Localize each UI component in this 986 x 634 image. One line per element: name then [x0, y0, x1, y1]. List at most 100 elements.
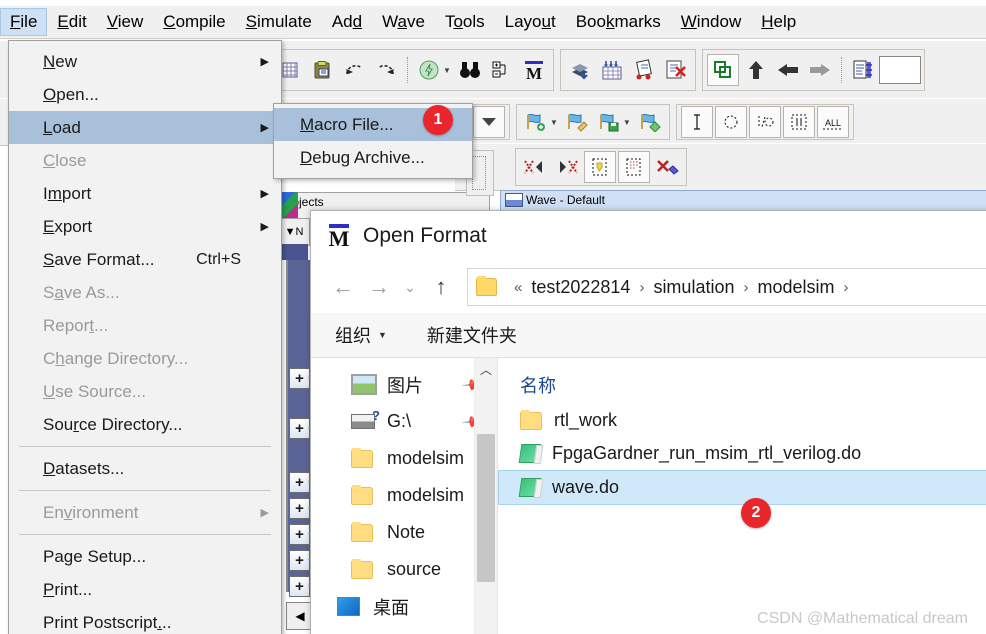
delete-report-icon[interactable]: [661, 55, 691, 85]
compile-dropdown-caret-icon[interactable]: ▼: [443, 66, 451, 75]
cut-left-icon[interactable]: [520, 152, 550, 182]
wave-save-icon[interactable]: [594, 107, 624, 137]
menubar-item-tools[interactable]: Tools: [435, 8, 495, 36]
nav-item-desktop[interactable]: 桌面: [311, 588, 497, 625]
tree-expand-button[interactable]: +: [289, 498, 310, 519]
doc-yellow-icon[interactable]: [584, 151, 616, 183]
up-arrow-icon[interactable]: ↑: [423, 269, 459, 305]
find-binoculars-icon[interactable]: [455, 55, 485, 85]
file-list-row-fpgagardner-do[interactable]: FpgaGardner_run_msim_rtl_verilog.do: [498, 437, 986, 470]
menubar-item-compile[interactable]: Compile: [153, 8, 235, 36]
menu-item-datasets[interactable]: Datasets...: [9, 452, 281, 485]
menubar-item-add[interactable]: Add: [322, 8, 372, 36]
tree-expand-button[interactable]: +: [289, 472, 310, 493]
menubar-item-edit[interactable]: Edit: [47, 8, 96, 36]
menu-item-import[interactable]: Import ▶: [9, 177, 281, 210]
menu-item-print-postscript[interactable]: Print Postscript...: [9, 606, 281, 634]
breadcrumb-separator-trailing[interactable]: ›: [844, 279, 849, 296]
paste-clipboard-icon[interactable]: [307, 55, 337, 85]
copy-link-icon[interactable]: [706, 54, 739, 86]
tree-expand-button[interactable]: +: [289, 524, 310, 545]
breadcrumb-part-3[interactable]: modelsim: [757, 277, 834, 298]
wave-green-icon[interactable]: [635, 107, 665, 137]
menubar-item-file[interactable]: File: [0, 8, 48, 36]
arrow-right-icon[interactable]: [805, 55, 835, 85]
arrow-left-icon[interactable]: [773, 55, 803, 85]
delete-break-icon[interactable]: [652, 152, 682, 182]
compile-icon[interactable]: [414, 55, 444, 85]
submenu-item-debug-archive[interactable]: Debug Archive...: [274, 141, 472, 174]
scrollbar-thumb[interactable]: [477, 434, 495, 582]
breadcrumb-separator[interactable]: ›: [743, 279, 748, 296]
tree-expand-button[interactable]: +: [289, 418, 310, 439]
file-list-row-rtl-work[interactable]: rtl_work: [498, 404, 986, 437]
file-list-pane: 名称 rtl_work FpgaGardner_run_msim_rtl_ver…: [497, 358, 986, 634]
arrow-up-icon[interactable]: [741, 55, 771, 85]
objects-name-column-header[interactable]: ▼ N: [278, 218, 310, 246]
nav-item-pictures[interactable]: 图片 📌: [311, 366, 497, 403]
breadcrumb-separator[interactable]: ›: [639, 279, 644, 296]
menubar-item-simulate[interactable]: Simulate: [236, 8, 322, 36]
menu-item-source-directory[interactable]: Source Directory...: [9, 408, 281, 441]
breadcrumb-part-1[interactable]: test2022814: [531, 277, 630, 298]
cut-right-icon[interactable]: [552, 152, 582, 182]
organize-button[interactable]: 组织 ▼: [335, 322, 387, 348]
menu-item-print[interactable]: Print...: [9, 573, 281, 606]
wave-add-icon[interactable]: [521, 107, 551, 137]
select-all-icon[interactable]: ALL: [816, 106, 849, 138]
file-list-column-header-name[interactable]: 名称: [498, 366, 986, 404]
tree-expand-button[interactable]: +: [289, 576, 310, 597]
menu-item-label: Save As...: [43, 282, 120, 302]
forward-arrow-icon[interactable]: →: [361, 269, 397, 305]
menu-item-page-setup[interactable]: Page Setup...: [9, 540, 281, 573]
menubar-item-window[interactable]: Window: [671, 8, 751, 36]
run-icon[interactable]: [629, 55, 659, 85]
objects-name-column-caret-icon: ▼: [284, 226, 296, 238]
file-list-row-wave-do[interactable]: wave.do: [498, 470, 986, 505]
hierarchy-icon[interactable]: [487, 55, 517, 85]
menubar-item-bookmarks[interactable]: Bookmarks: [566, 8, 671, 36]
select-region-icon[interactable]: [782, 106, 815, 138]
wave-edit-icon[interactable]: [562, 107, 592, 137]
cursor-circle-icon[interactable]: [714, 106, 747, 138]
simulate-grid-icon[interactable]: [597, 55, 627, 85]
menu-item-open[interactable]: Open...: [9, 78, 281, 111]
breadcrumb-part-2[interactable]: simulation: [653, 277, 734, 298]
doc-red-icon[interactable]: [618, 151, 650, 183]
menu-item-change-directory: Change Directory...: [9, 342, 281, 375]
menu-item-load[interactable]: Load ▶: [9, 111, 281, 144]
cursor-io-icon[interactable]: [748, 106, 781, 138]
menu-item-export[interactable]: Export ▶: [9, 210, 281, 243]
breadcrumb-overflow[interactable]: «: [514, 279, 522, 296]
modelsim-m-icon[interactable]: M: [519, 55, 549, 85]
new-folder-button[interactable]: 新建文件夹: [427, 322, 517, 348]
tree-expand-button[interactable]: +: [289, 550, 310, 571]
address-breadcrumb-bar[interactable]: « test2022814 › simulation › modelsim ›: [467, 268, 986, 306]
dropdown-caret-icon[interactable]: [473, 106, 505, 138]
search-input[interactable]: [878, 56, 921, 84]
menubar-item-help[interactable]: Help: [751, 8, 806, 36]
menubar-item-layout[interactable]: Layout: [495, 8, 566, 36]
menu-item-new[interactable]: New ▶: [9, 45, 281, 78]
menu-item-save-format[interactable]: Save Format... Ctrl+S: [9, 243, 281, 276]
nav-item-modelsim-2[interactable]: modelsim: [311, 477, 497, 514]
menubar-item-view[interactable]: View: [97, 8, 154, 36]
nav-item-drive-g[interactable]: ? G:\ 📌: [311, 403, 497, 440]
cursor-insert-icon[interactable]: [680, 106, 713, 138]
menubar-item-wave[interactable]: Wave: [372, 8, 435, 36]
submenu-arrow-icon: ▶: [260, 507, 269, 519]
scroll-up-arrow-icon[interactable]: ︿: [475, 358, 497, 380]
undo-icon[interactable]: [339, 55, 369, 85]
redo-icon[interactable]: [371, 55, 401, 85]
nav-item-source[interactable]: source: [311, 551, 497, 588]
nav-item-modelsim-1[interactable]: modelsim: [311, 440, 497, 477]
list-properties-icon[interactable]: [848, 55, 878, 85]
nav-item-note[interactable]: Note: [311, 514, 497, 551]
tree-expand-button[interactable]: +: [289, 368, 310, 389]
wave-add-caret-icon[interactable]: ▼: [550, 118, 558, 127]
recent-locations-caret-icon[interactable]: ⌄: [397, 269, 423, 305]
wave-save-caret-icon[interactable]: ▼: [623, 118, 631, 127]
load-layers-icon[interactable]: [565, 55, 595, 85]
navigation-pane-scrollbar[interactable]: ︿: [474, 358, 497, 634]
back-arrow-icon[interactable]: ←: [325, 269, 361, 305]
